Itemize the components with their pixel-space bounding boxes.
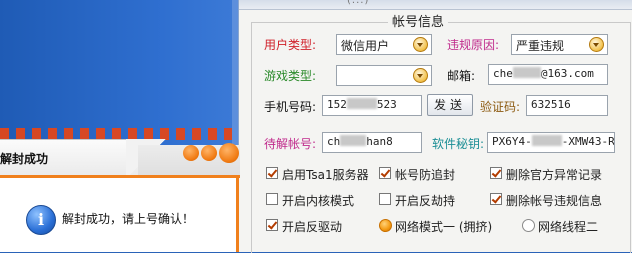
checkbox-checked-icon	[490, 193, 502, 205]
software-key-input[interactable]: PX6Y4- -XMW43-R	[487, 132, 615, 153]
phone-label: 手机号码:	[264, 100, 317, 114]
game-type-select[interactable]	[336, 65, 432, 86]
user-type-label: 用户类型:	[264, 38, 317, 52]
maximize-dot-icon[interactable]	[201, 145, 217, 161]
dropdown-arrow-icon	[413, 68, 428, 83]
checkbox-checked-icon	[490, 167, 502, 179]
redaction-mask	[531, 135, 562, 146]
phone-prefix: 152	[327, 98, 347, 111]
send-code-button[interactable]: 发送	[427, 94, 473, 116]
unseal-account-input[interactable]: ch han8	[322, 132, 422, 153]
email-input[interactable]: che @163.com	[488, 64, 608, 85]
unseal-account-suffix: han8	[366, 135, 393, 148]
phone-suffix: 523	[376, 98, 397, 111]
dropdown-arrow-icon	[413, 37, 428, 52]
radio-selected-icon	[379, 219, 392, 232]
checkbox-checked-icon	[379, 167, 391, 179]
checkbox-checked-icon	[266, 219, 278, 231]
email-prefix: che	[493, 67, 513, 80]
violation-reason-label: 违规原因:	[447, 38, 500, 52]
phone-input[interactable]: 152 523	[322, 95, 422, 116]
window-title-bar: (...)	[239, 0, 632, 10]
checkbox-unchecked-icon	[379, 193, 391, 205]
user-type-select[interactable]: 微信用户	[336, 34, 432, 55]
unseal-success-dialog: 解封成功 i 解封成功，请上号确认！	[0, 131, 240, 252]
verify-code-input[interactable]: 632516	[526, 95, 608, 116]
unseal-account-prefix: ch	[327, 135, 341, 148]
dialog-header: 解封成功	[0, 131, 240, 179]
account-info-title: 帐号信息	[388, 11, 449, 30]
radio-unselected-icon	[522, 219, 535, 232]
radio-label: 网络线程二	[538, 220, 599, 234]
user-type-value: 微信用户	[341, 39, 390, 53]
checkbox-label: 开启内核模式	[282, 194, 355, 208]
software-key-prefix: PX6Y4-	[492, 135, 532, 148]
checkbox-unchecked-icon	[266, 193, 278, 205]
main-window: (...) 帐号信息 用户类型: 微信用户 违规原因: 严重违规 游戏类型: 邮…	[238, 0, 632, 253]
window-title: (...)	[347, 0, 370, 6]
info-icon: i	[26, 205, 56, 235]
verify-code-label: 验证码:	[480, 100, 521, 114]
dialog-title: 解封成功	[0, 152, 49, 166]
checkbox-label: 删除帐号违规信息	[506, 194, 603, 208]
email-suffix: @163.com	[540, 67, 594, 80]
checkbox-label: 启用Tsa1服务器	[282, 168, 369, 182]
redaction-mask	[512, 67, 541, 78]
violation-reason-value: 严重违规	[516, 39, 565, 53]
software-key-label: 软件秘钥:	[432, 137, 485, 151]
minimize-dot-icon[interactable]	[183, 145, 199, 161]
violation-reason-select[interactable]: 严重违规	[511, 34, 608, 55]
checkbox-label: 删除官方异常记录	[506, 168, 603, 182]
checkbox-label: 开启反驱动	[282, 220, 343, 234]
email-label: 邮箱:	[447, 69, 476, 83]
redaction-mask	[340, 135, 367, 146]
checkbox-label: 开启反劫持	[395, 194, 456, 208]
dropdown-arrow-icon	[589, 37, 604, 52]
dialog-message: 解封成功，请上号确认！	[62, 212, 195, 226]
unseal-account-label: 待解帐号:	[264, 137, 317, 151]
radio-label: 网络模式一 (拥挤)	[395, 220, 493, 234]
close-dot-icon[interactable]	[219, 143, 239, 163]
software-key-suffix: -XMW43-R	[561, 135, 615, 148]
checkbox-checked-icon	[266, 167, 278, 179]
game-type-label: 游戏类型:	[264, 69, 317, 83]
dialog-body: i 解封成功，请上号确认！	[0, 178, 239, 252]
verify-code-value: 632516	[531, 98, 571, 111]
checkbox-label: 帐号防追封	[395, 168, 456, 182]
redaction-mask	[346, 98, 377, 109]
